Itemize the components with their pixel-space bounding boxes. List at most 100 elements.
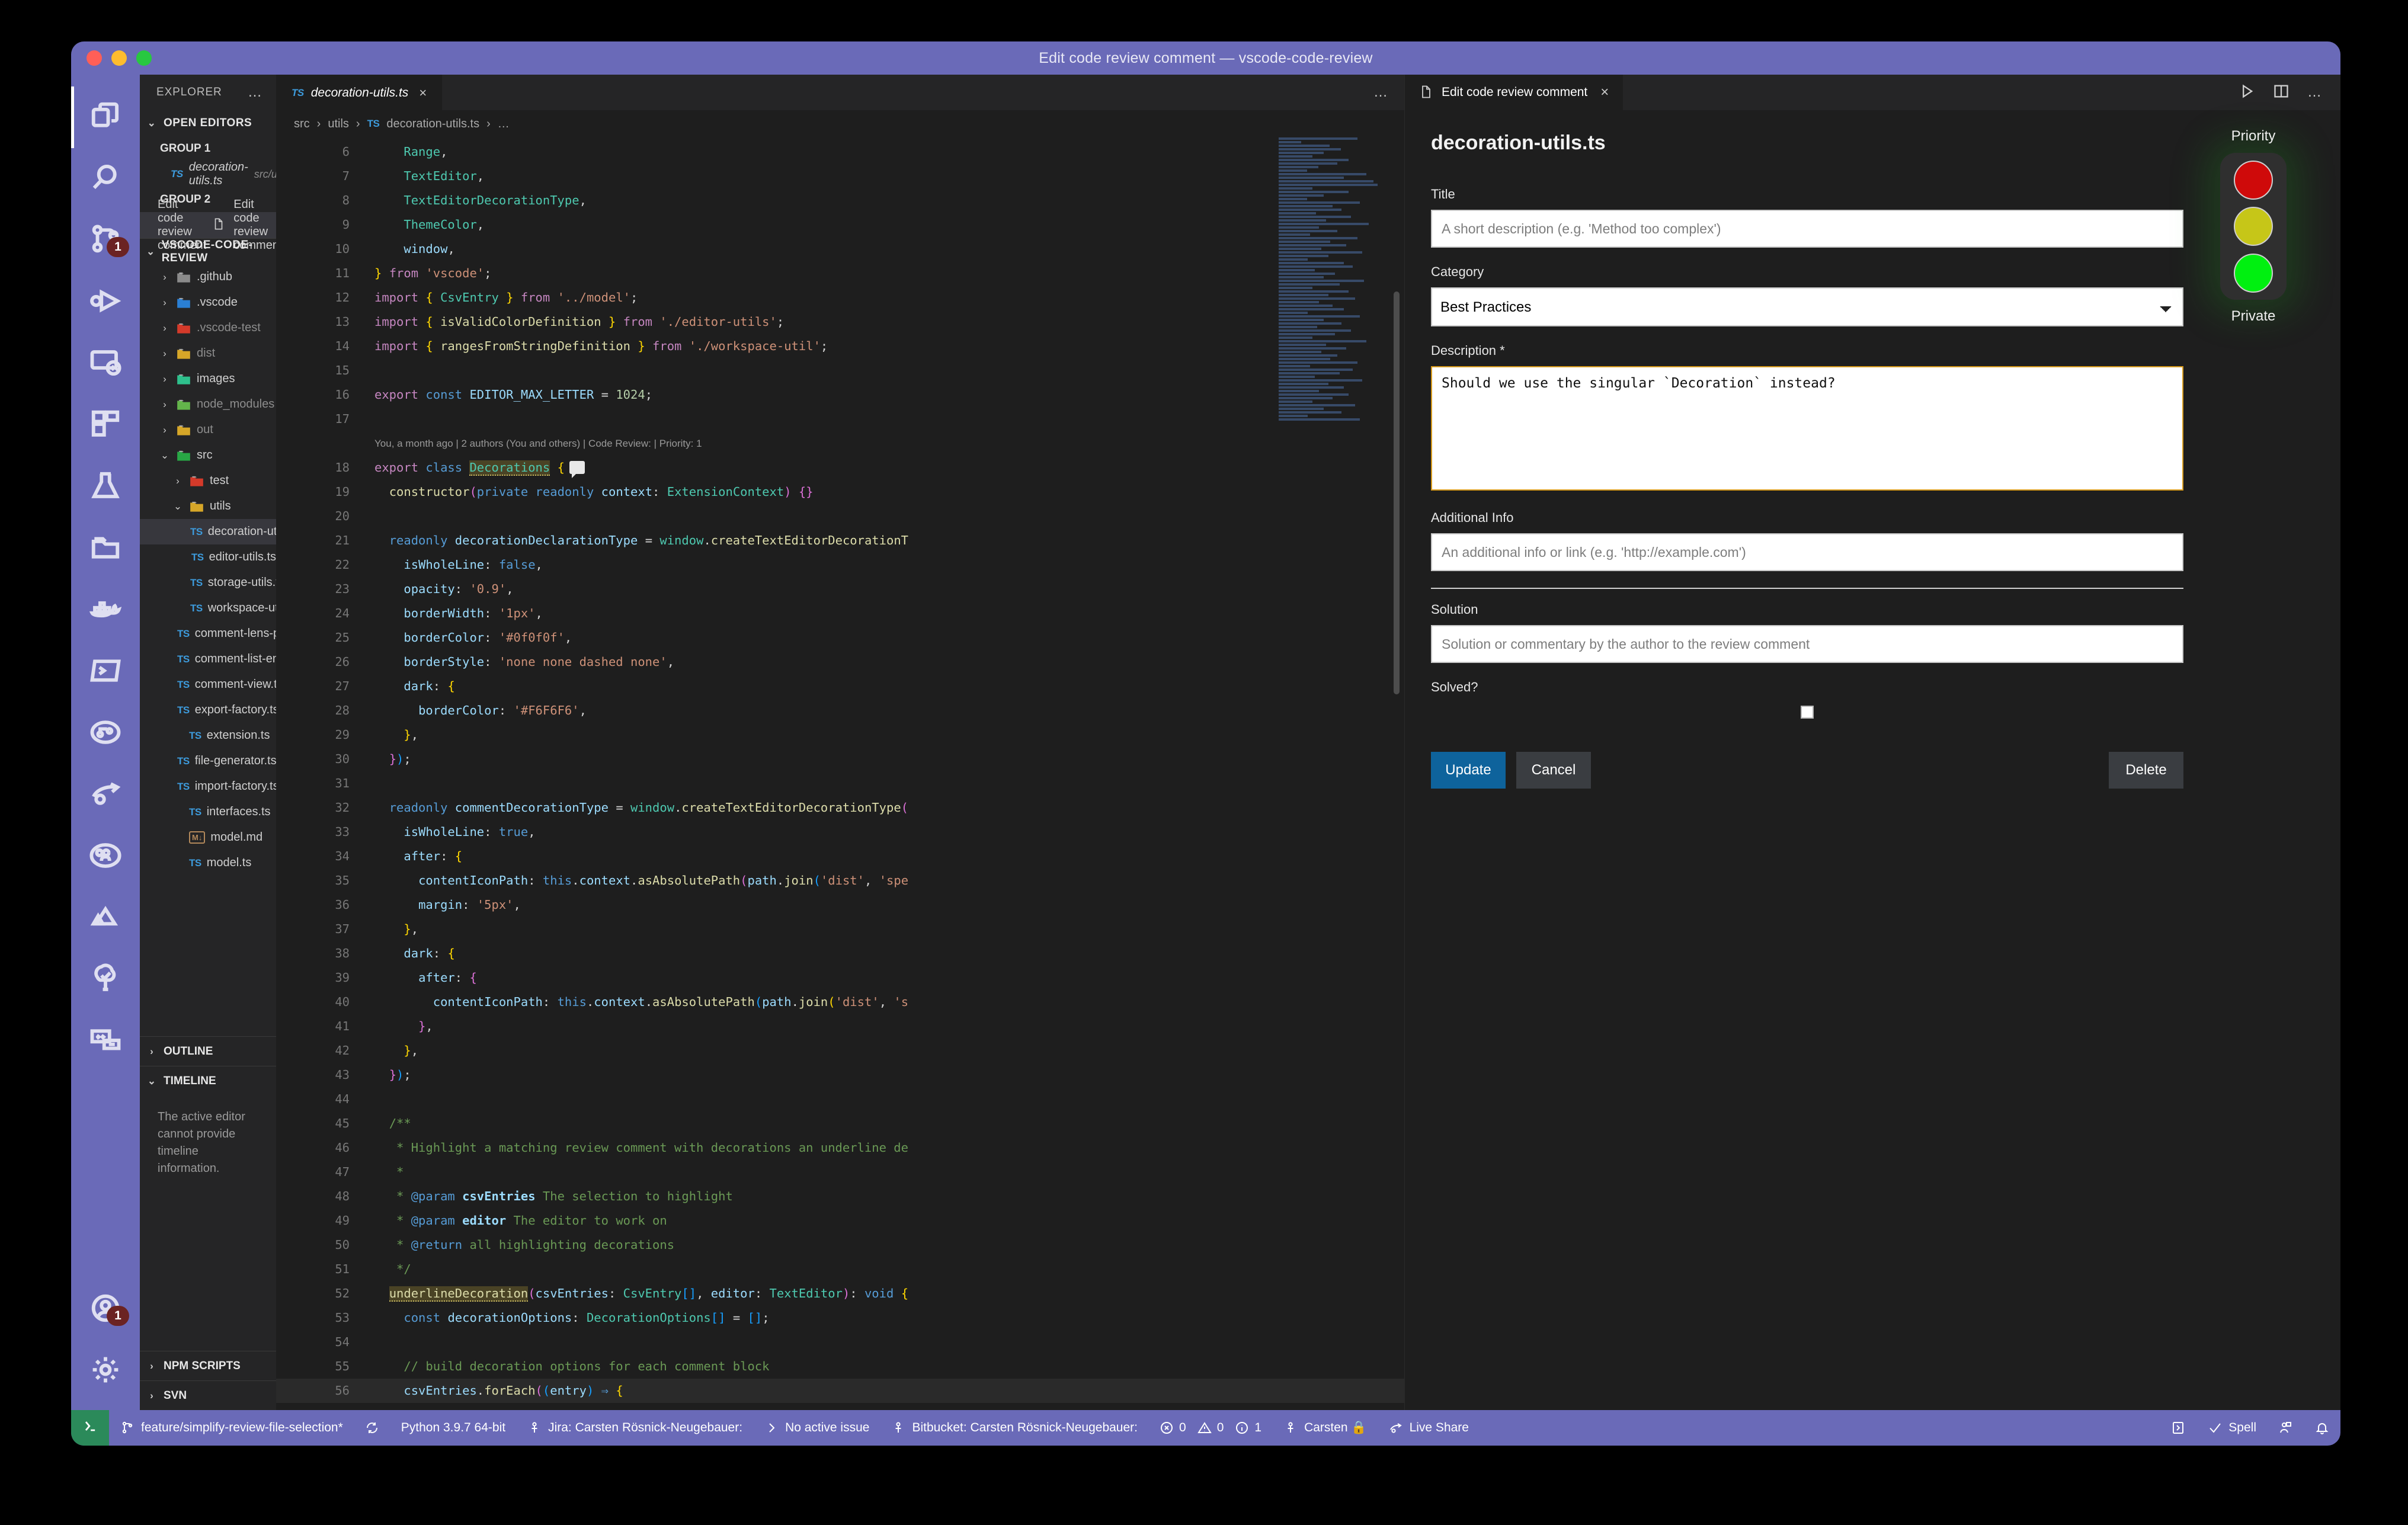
tree-file-comment-view-ts[interactable]: TS comment-view.ts	[140, 672, 276, 697]
activity-item-live-share[interactable]	[71, 764, 140, 826]
tab-edit-code-review-comment[interactable]: Edit code review comment ×	[1405, 75, 1624, 110]
status-live-share[interactable]: Live Share	[1378, 1420, 1480, 1436]
sidebar-more-actions-icon[interactable]: …	[248, 84, 263, 101]
tree-folder-node-modules[interactable]: › node_modules	[140, 392, 276, 417]
code-line[interactable]: 49 * @param editor The editor to work on	[276, 1209, 1404, 1233]
code-line[interactable]: 37 },	[276, 917, 1404, 941]
tree-file-comment-list-entry-ts[interactable]: TS comment-list-entry.ts	[140, 646, 276, 672]
activity-item-atlassian[interactable]	[71, 888, 140, 949]
code-line[interactable]: 40 contentIconPath: this.context.asAbsol…	[276, 990, 1404, 1014]
code-line[interactable]: 32 readonly commentDecorationType = wind…	[276, 796, 1404, 820]
code-line[interactable]: 45 /**	[276, 1111, 1404, 1136]
breadcrumb-utils[interactable]: utils	[328, 117, 349, 131]
code-line[interactable]: 7 TextEditor,	[276, 164, 1404, 188]
code-line[interactable]: 39 after: {	[276, 966, 1404, 990]
status-sync[interactable]	[354, 1420, 390, 1436]
tree-file-model-ts[interactable]: TS model.ts	[140, 850, 276, 876]
code-line[interactable]: 12 import { CsvEntry } from '../model';	[276, 286, 1404, 310]
tree-file-storage-utils-ts[interactable]: TS storage-utils.ts	[140, 570, 276, 595]
code-line[interactable]: 14 import { rangesFromStringDefinition } …	[276, 334, 1404, 358]
activity-item-code-review[interactable]	[71, 949, 140, 1011]
status-python-version[interactable]: Python 3.9.7 64-bit	[390, 1421, 516, 1435]
panel-tools[interactable]: …	[2239, 75, 2340, 110]
remote-window-button[interactable]	[71, 1410, 109, 1446]
priority-lamp-low[interactable]	[2234, 253, 2273, 293]
code-line[interactable]: 42 },	[276, 1039, 1404, 1063]
description-textarea[interactable]	[1431, 366, 2183, 491]
section-svn[interactable]: › SVN	[140, 1380, 276, 1410]
tree-folder-src[interactable]: ⌄ src	[140, 443, 276, 468]
code-line[interactable]: 11} from 'vscode';	[276, 261, 1404, 286]
code-line[interactable]: 50 * @return all highlighting decoration…	[276, 1233, 1404, 1257]
editor-more-actions-icon[interactable]: …	[1373, 84, 1404, 101]
code-line[interactable]: 21 readonly decorationDeclarationType = …	[276, 528, 1404, 553]
code-line[interactable]: 56 csvEntries.forEach((entry) ⇒ {	[276, 1379, 1404, 1403]
code-line[interactable]: 36 margin: '5px',	[276, 893, 1404, 917]
file-tree[interactable]: › .github › .vscode › .vscode-test › dist › image…	[140, 264, 276, 1036]
activity-item-extensions[interactable]	[71, 395, 140, 456]
run-icon[interactable]	[2239, 83, 2255, 102]
tree-folder-out[interactable]: › out	[140, 417, 276, 443]
code-line[interactable]: 22 isWholeLine: false,	[276, 553, 1404, 577]
code-editor[interactable]: 6 Range, 7 TextEditor, 8 TextEditorDecorat…	[276, 137, 1404, 1410]
section-outline[interactable]: › OUTLINE	[140, 1036, 276, 1066]
activity-item-remote-explorer[interactable]	[71, 333, 140, 395]
status-problems[interactable]: 0 0 1	[1148, 1420, 1272, 1436]
close-icon[interactable]: ×	[419, 85, 427, 101]
activity-item-docker[interactable]	[71, 579, 140, 641]
tree-file-workspace-util-ts[interactable]: TS workspace-util.ts	[140, 595, 276, 621]
code-line[interactable]: 24 borderWidth: '1px',	[276, 601, 1404, 626]
activity-bar[interactable]: 1 1	[71, 75, 140, 1410]
category-select[interactable]: Best PracticesArchitectureBugCode-StyleC…	[1431, 287, 2183, 326]
code-line[interactable]: 8 TextEditorDecorationType,	[276, 188, 1404, 213]
code-line[interactable]: 43 });	[276, 1063, 1404, 1087]
status-account[interactable]: Carsten 🔒	[1272, 1420, 1378, 1436]
code-line[interactable]: 10 window,	[276, 237, 1404, 261]
tree-folder-test[interactable]: › test	[140, 468, 276, 494]
code-lens[interactable]: You, a month ago | 2 authors (You and ot…	[276, 431, 1404, 456]
open-editor-decoration-utils[interactable]: TS decoration-utils.ts src/utils	[140, 161, 290, 187]
code-line[interactable]: 52 underlineDecoration(csvEntries: CsvEn…	[276, 1281, 1404, 1306]
status-branch[interactable]: feature/simplify-review-file-selection*	[109, 1420, 354, 1436]
section-npm-scripts[interactable]: › NPM SCRIPTS	[140, 1351, 276, 1380]
status-open-preview[interactable]	[2160, 1420, 2196, 1436]
status-spell[interactable]: Spell	[2196, 1420, 2267, 1436]
tree-file-extension-ts[interactable]: TS extension.ts	[140, 723, 276, 748]
tree-folder-images[interactable]: › images	[140, 366, 276, 392]
code-line[interactable]: 19 constructor(private readonly context:…	[276, 480, 1404, 504]
tree-file-comment-lens-provider-ts[interactable]: TS comment-lens-provider.ts	[140, 621, 276, 646]
code-line[interactable]: 31	[276, 771, 1404, 796]
breadcrumb-symbol[interactable]: …	[498, 117, 510, 131]
tree-file-model-md[interactable]: M↓ model.md	[140, 825, 276, 850]
breadcrumb-file[interactable]: decoration-utils.ts	[386, 117, 479, 131]
tree-folder--vscode-test[interactable]: › .vscode-test	[140, 315, 276, 341]
activity-item-github[interactable]	[71, 826, 140, 888]
activity-item-manage-settings[interactable]	[71, 1340, 140, 1402]
breadcrumb-src[interactable]: src	[294, 117, 310, 131]
close-icon[interactable]: ×	[1600, 84, 1609, 101]
code-line[interactable]: 35 contentIconPath: this.context.asAbsol…	[276, 869, 1404, 893]
split-editor-icon[interactable]	[2273, 83, 2289, 102]
priority-lamp-medium[interactable]	[2234, 207, 2273, 246]
code-line[interactable]: 28 borderColor: '#F6F6F6',	[276, 699, 1404, 723]
tree-file-export-factory-ts[interactable]: TS export-factory.ts	[140, 697, 276, 723]
solved-checkbox[interactable]	[1801, 706, 1814, 719]
code-line[interactable]: 38 dark: {	[276, 941, 1404, 966]
code-line[interactable]: 44	[276, 1087, 1404, 1111]
traffic-light-widget[interactable]	[2220, 153, 2287, 300]
code-line[interactable]: 48 * @param csvEntries The selection to …	[276, 1184, 1404, 1209]
tree-folder-utils[interactable]: ⌄ utils	[140, 494, 276, 519]
code-line[interactable]: 47 *	[276, 1160, 1404, 1184]
activity-item-search[interactable]	[71, 148, 140, 210]
title-input[interactable]	[1431, 210, 2183, 248]
status-feedback[interactable]	[2267, 1420, 2304, 1436]
status-active-issue[interactable]: No active issue	[753, 1420, 880, 1436]
activity-item-terminals[interactable]	[71, 641, 140, 703]
code-line[interactable]: 15	[276, 358, 1404, 383]
code-line[interactable]: 23 opacity: '0.9',	[276, 577, 1404, 601]
editor-scrollbar[interactable]	[1394, 291, 1400, 694]
solution-input[interactable]	[1431, 625, 2183, 663]
code-line[interactable]: 9 ThemeColor,	[276, 213, 1404, 237]
code-line[interactable]: 41 },	[276, 1014, 1404, 1039]
tree-file-interfaces-ts[interactable]: TS interfaces.ts	[140, 799, 276, 825]
